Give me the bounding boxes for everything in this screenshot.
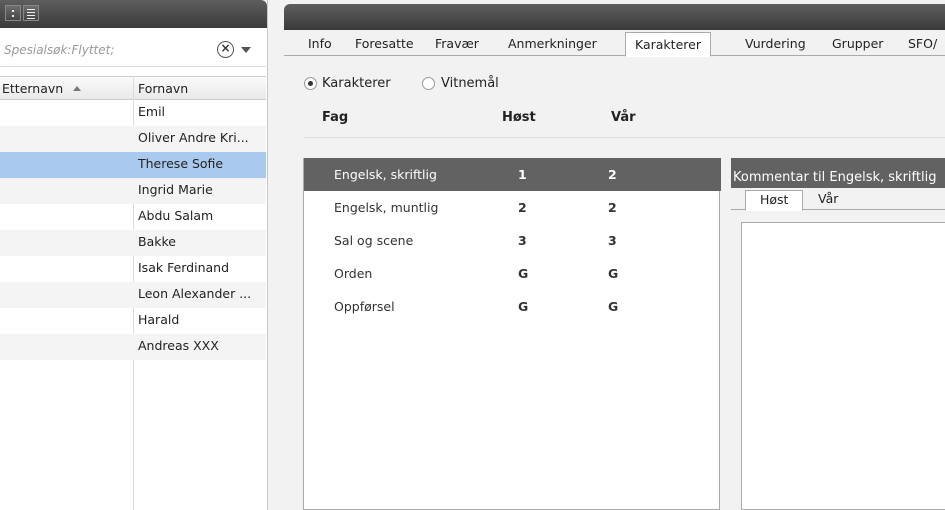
grade-spring: G (608, 299, 619, 314)
first-name-cell: Andreas XXX (138, 338, 219, 353)
radio-label-karakterer: Karakterer (322, 76, 391, 91)
tab-host[interactable]: Høst (745, 190, 804, 211)
grade-autumn: 3 (518, 233, 527, 248)
first-name-cell: Emil (138, 104, 166, 119)
first-name-cell: Oliver Andre Kri... (138, 130, 249, 145)
sort-ascending-icon[interactable] (73, 86, 82, 91)
table-row[interactable]: Abdu Salam (0, 204, 266, 230)
radio-button[interactable] (422, 77, 435, 90)
column-header-spring: Vår (611, 110, 636, 125)
chevron-down-icon[interactable] (241, 47, 251, 53)
column-label-last-name: Etternavn (2, 81, 64, 96)
left-toolbar (0, 0, 267, 28)
subject-name: Orden (334, 266, 373, 281)
first-name-cell: Ingrid Marie (138, 182, 213, 197)
tab-fravaer[interactable]: Fravær (435, 35, 479, 55)
tab-karakterer[interactable]: Karakterer (625, 32, 711, 57)
subject-name: Engelsk, skriftlig (334, 167, 437, 182)
table-row-selected[interactable]: Therese Sofie (0, 152, 266, 178)
grade-spring: G (608, 266, 619, 281)
right-toolbar (284, 4, 945, 30)
tab-var[interactable]: Vår (818, 190, 838, 211)
grade-autumn: G (518, 266, 529, 281)
first-name-cell: Therese Sofie (138, 156, 224, 171)
column-header-last-name[interactable]: Etternavn (2, 77, 132, 100)
table-row[interactable]: Harald (0, 308, 266, 334)
grade-autumn: 2 (518, 200, 527, 215)
table-row[interactable]: Bakke (0, 230, 266, 256)
grade-spring: 2 (608, 167, 617, 182)
first-name-cell: Abdu Salam (138, 208, 214, 223)
first-name-cell: Leon Alexander ... (138, 286, 252, 301)
column-header-autumn: Høst (502, 110, 536, 125)
radio-label-vitnemal: Vitnemål (441, 76, 499, 91)
grade-row[interactable]: Engelsk, muntlig 2 2 (304, 191, 721, 224)
tab-foresatte[interactable]: Foresatte (355, 35, 414, 55)
column-header-first-name[interactable]: Fornavn (138, 77, 266, 100)
grade-row-selected[interactable]: Engelsk, skriftlig 1 2 (304, 158, 721, 191)
grade-autumn: 1 (518, 167, 527, 182)
grade-row[interactable]: Sal og scene 3 3 (304, 224, 721, 257)
subject-name: Engelsk, muntlig (334, 200, 439, 215)
table-row[interactable]: Isak Ferdinand (0, 256, 266, 282)
tab-anmerkninger[interactable]: Anmerkninger (508, 35, 597, 55)
table-row[interactable]: Ingrid Marie (0, 178, 266, 204)
student-rows: Emil Oliver Andre Kri... Therese Sofie I… (0, 100, 266, 360)
radio-button-selected[interactable] (304, 77, 317, 90)
radio-vitnemal[interactable]: Vitnemål (422, 76, 522, 94)
grades-table: Engelsk, skriftlig 1 2 Engelsk, muntlig … (303, 158, 721, 510)
comment-title: Kommentar til Engelsk, skriftlig (733, 170, 937, 185)
first-name-cell: Isak Ferdinand (138, 260, 230, 275)
tab-vurdering[interactable]: Vurdering (745, 35, 806, 55)
tab-grupper[interactable]: Grupper (832, 35, 883, 55)
comment-tabs: Høst Vår (731, 188, 945, 211)
comment-textarea[interactable] (741, 222, 945, 510)
comment-header: Kommentar til Engelsk, skriftlig (731, 158, 945, 188)
grade-spring: 2 (608, 200, 617, 215)
first-name-cell: Bakke (138, 234, 176, 249)
table-row[interactable]: Oliver Andre Kri... (0, 126, 266, 152)
table-row[interactable]: Emil (0, 100, 266, 126)
table-row[interactable]: Leon Alexander ... (0, 282, 266, 308)
tab-sfo[interactable]: SFO/ (908, 35, 937, 55)
list-icon[interactable] (23, 5, 39, 21)
clear-icon[interactable]: × (217, 41, 234, 58)
search-input[interactable] (4, 40, 204, 60)
tab-info[interactable]: Info (308, 35, 332, 55)
student-list-panel: × Etternavn Fornavn Emil Oliver Andre Kr… (0, 0, 268, 510)
search-box: × (0, 32, 266, 67)
header-divider (304, 137, 945, 138)
column-header-subject: Fag (322, 110, 349, 125)
grade-row[interactable]: Orden G G (304, 257, 721, 290)
subject-name: Sal og scene (334, 233, 414, 248)
grade-spring: 3 (608, 233, 617, 248)
grade-autumn: G (518, 299, 529, 314)
first-name-cell: Harald (138, 312, 180, 327)
student-tabs: Info Foresatte Fravær Anmerkninger Karak… (284, 32, 945, 57)
radio-karakterer[interactable]: Karakterer (304, 76, 404, 94)
table-row[interactable]: Andreas XXX (0, 334, 266, 360)
menu-dots-icon[interactable] (5, 5, 21, 21)
subject-name: Oppførsel (334, 299, 395, 314)
grade-row[interactable]: Oppførsel G G (304, 290, 721, 323)
